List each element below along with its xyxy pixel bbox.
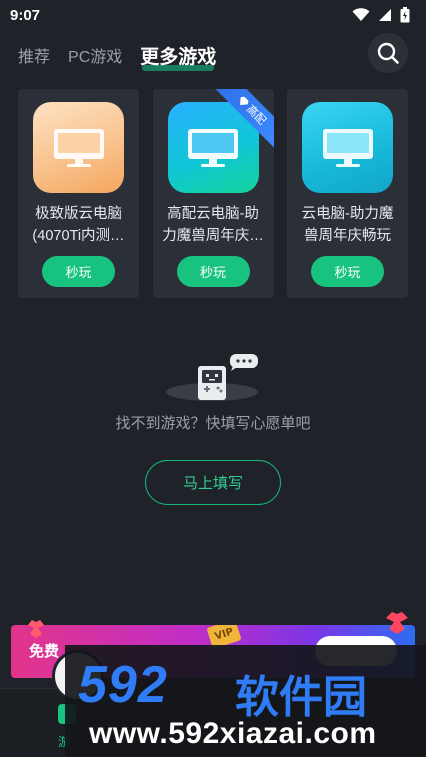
empty-state-message: 找不到游戏？快填写心愿单吧 [115, 415, 311, 432]
watermark-url: www.592xiazai.com [89, 717, 377, 750]
watermark-overlay: 592 软件园 www.592xiazai.com [65, 645, 426, 757]
wifi-icon [352, 8, 370, 21]
search-icon [377, 42, 399, 64]
status-time: 9:07 [10, 6, 41, 24]
gift-decoration-icon [386, 612, 408, 634]
tab-recommend[interactable]: 推荐 [18, 43, 50, 67]
card-title: 云电脑-助力魔兽周年庆畅玩 [301, 206, 394, 244]
signal-icon [379, 9, 391, 21]
game-console-illustration-icon [166, 354, 258, 401]
monitor-icon [322, 128, 373, 167]
play-now-button[interactable]: 秒玩 [176, 256, 250, 287]
battery-icon [400, 7, 410, 23]
play-now-button[interactable]: 秒玩 [42, 256, 115, 287]
status-bar: 9:07 [0, 0, 426, 30]
card-icon-tile [33, 102, 124, 193]
monitor-icon [53, 128, 104, 167]
status-icons [352, 7, 410, 23]
game-card[interactable]: 极致版云电脑(4070Ti内测… 秒玩 [18, 89, 139, 298]
top-tabs: 推荐 PC游戏 更多游戏 [18, 38, 216, 72]
play-now-button[interactable]: 秒玩 [311, 256, 384, 287]
gift-decoration-icon [28, 620, 44, 638]
search-button[interactable] [368, 33, 408, 73]
card-title: 高配云电脑-助力魔兽周年庆… [162, 206, 264, 244]
card-icon-tile [302, 102, 393, 193]
game-card-list: 极致版云电脑(4070Ti内测… 秒玩 高配云电脑-助力魔兽周年庆… 秒玩 高配 [18, 89, 408, 298]
tab-pc-games[interactable]: PC游戏 [68, 43, 122, 67]
game-card[interactable]: 高配云电脑-助力魔兽周年庆… 秒玩 高配 [152, 89, 274, 298]
fill-wishlist-button[interactable]: 马上填写 [145, 460, 281, 505]
watermark-name: 软件园 [235, 672, 367, 723]
monitor-icon [188, 128, 238, 167]
promo-text: 免费 [29, 643, 60, 660]
diamond-icon [239, 95, 248, 105]
card-title: 极致版云电脑(4070Ti内测… [32, 206, 125, 244]
tab-more-games[interactable]: 更多游戏 [140, 42, 216, 71]
watermark-logo: 592 [78, 656, 168, 714]
game-card[interactable]: 云电脑-助力魔兽周年庆畅玩 秒玩 [287, 89, 408, 298]
